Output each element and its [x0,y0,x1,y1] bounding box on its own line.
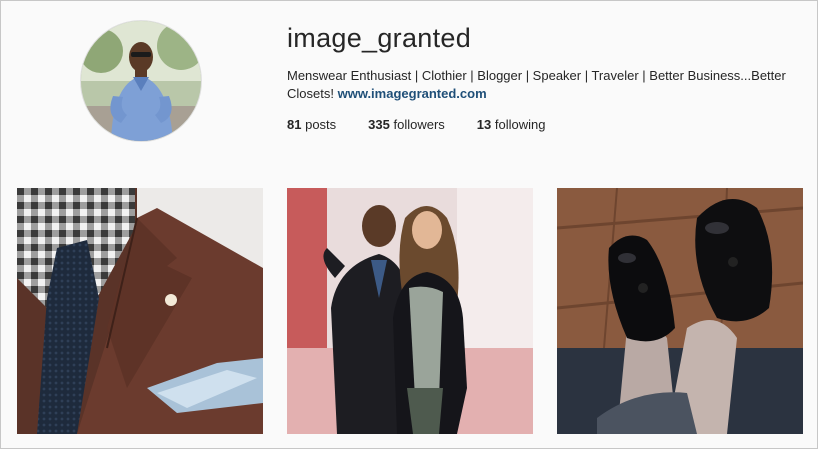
followers-count: 335 [368,117,390,132]
posts-label: posts [305,117,337,132]
profile-page: image_granted Menswear Enthusiast | Clot… [0,0,818,449]
profile-username: image_granted [287,23,472,53]
following-label: following [494,117,546,132]
followers-stat[interactable]: 335 followers [368,117,445,132]
following-count: 13 [476,117,492,132]
profile-stats: 81 posts 335 followers 13 following [287,117,577,132]
posts-count: 81 [287,117,302,132]
post-thumbnail-couple[interactable] [287,188,533,434]
profile-avatar[interactable] [80,20,202,142]
profile-bio: Menswear Enthusiast | Clothier | Blogger… [287,67,807,103]
following-stat[interactable]: 13 following [477,117,546,132]
post-thumbnail-jacket[interactable] [17,188,263,434]
posts-stat: 81 posts [287,117,336,132]
post-thumbnail-loafers[interactable] [557,188,803,434]
followers-label: followers [393,117,445,132]
bio-website-link[interactable]: www.imagegranted.com [338,86,487,101]
